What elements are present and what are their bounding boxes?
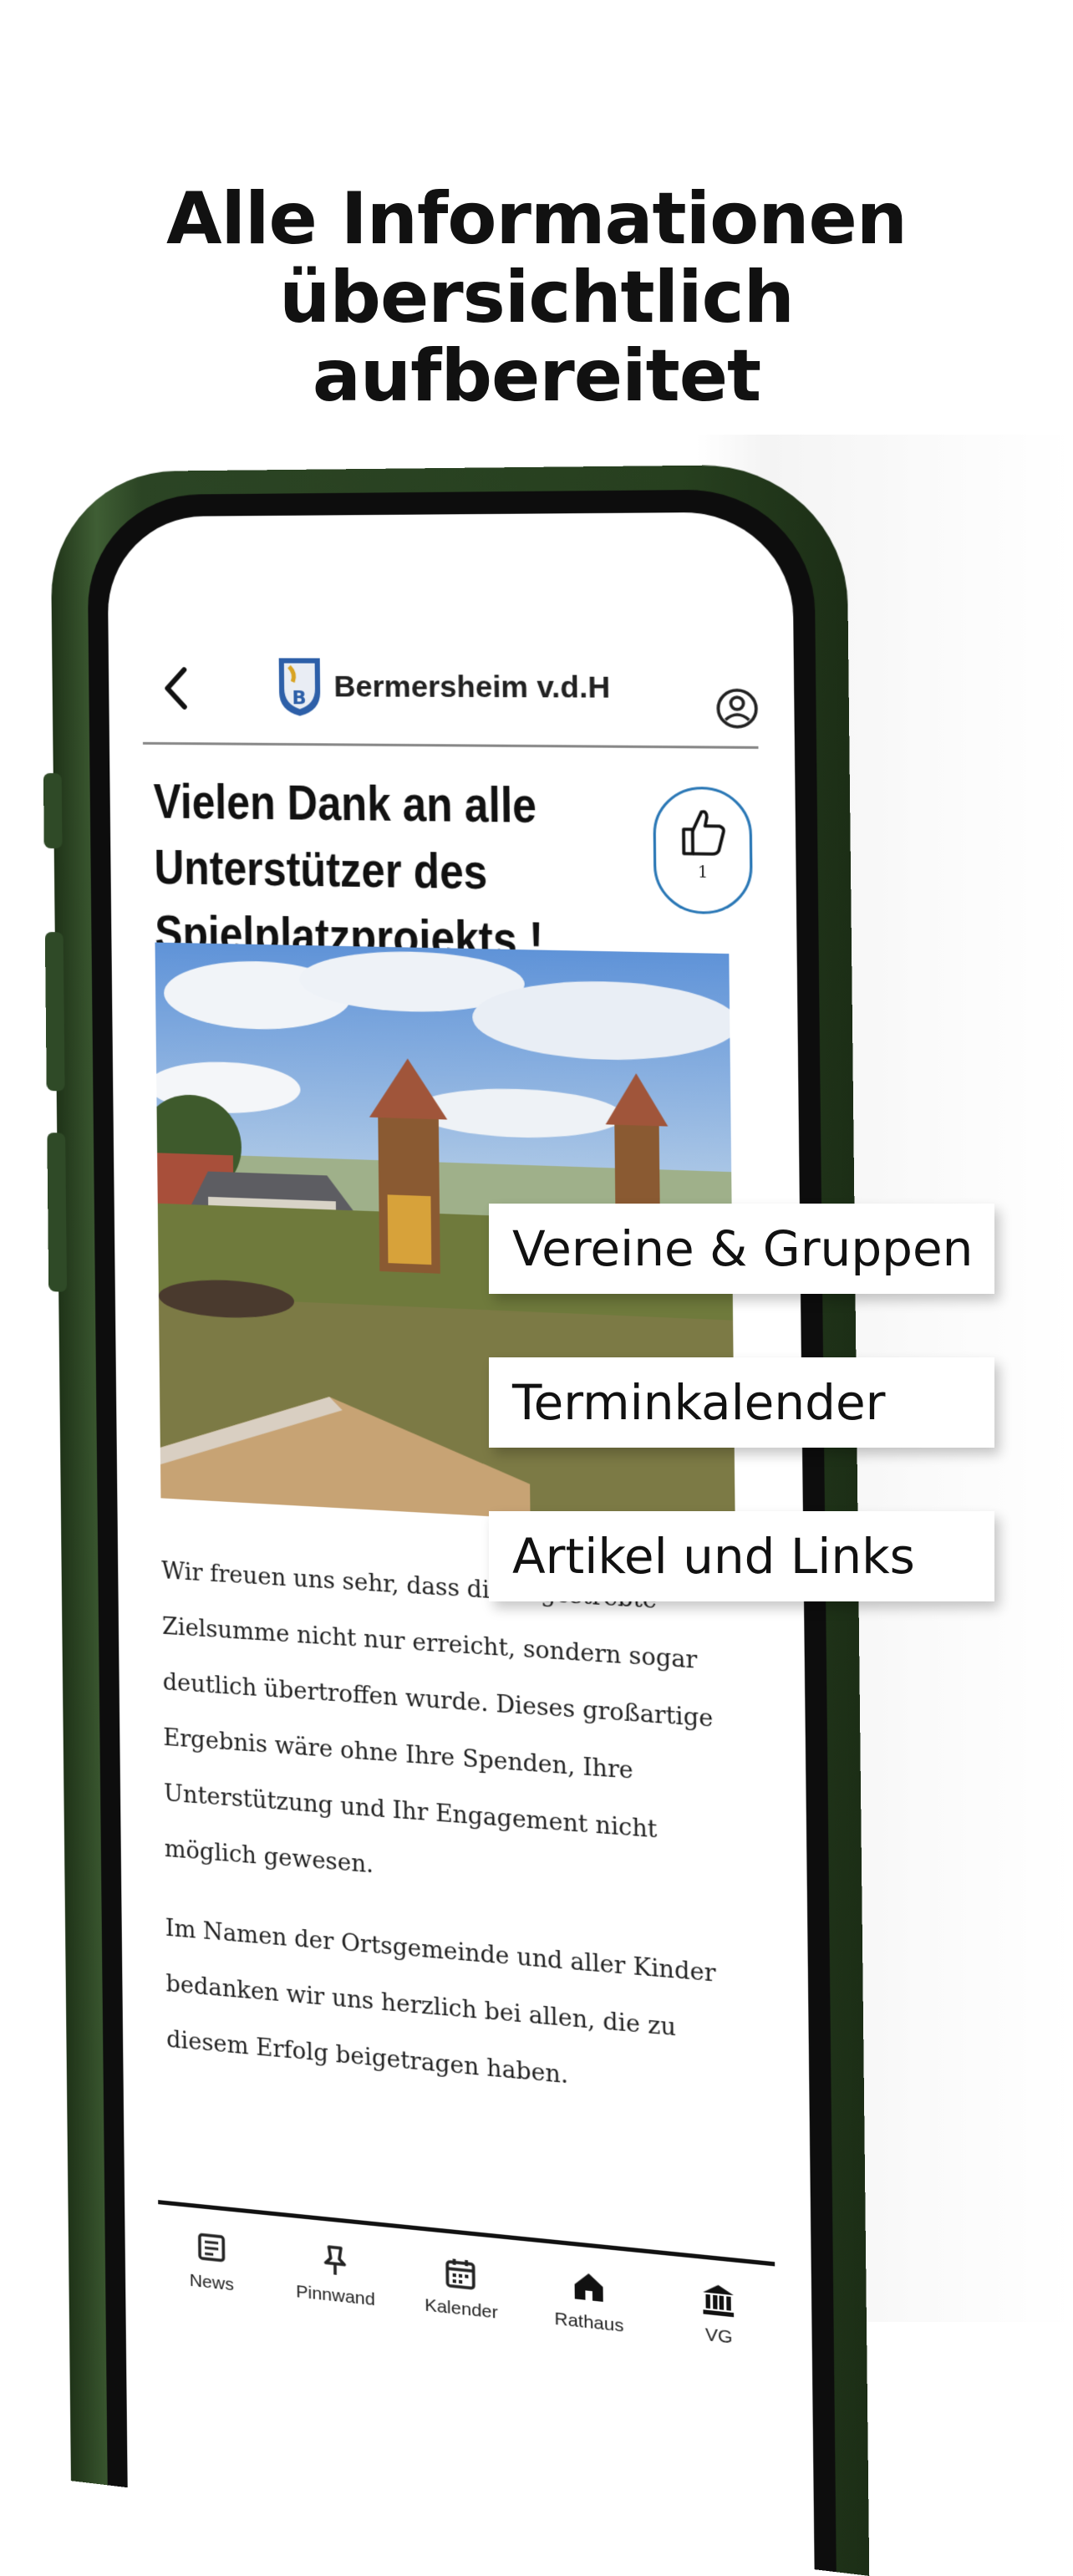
town-name: Bermersheim v.d.H	[333, 670, 610, 705]
tab-kalender[interactable]: Kalender	[409, 2251, 514, 2325]
like-count: 1	[656, 863, 750, 883]
callout-terminkalender-label: Terminkalender	[512, 1374, 885, 1431]
newspaper-icon	[194, 2229, 228, 2267]
building-icon	[700, 2281, 737, 2319]
headline-line-3: aufbereitet	[0, 337, 1073, 415]
back-button[interactable]	[159, 663, 201, 714]
phone-mute-switch	[43, 773, 63, 848]
callout-vereine: Vereine & Gruppen	[489, 1204, 994, 1294]
article-title-line-2: Unterstützer des	[154, 835, 564, 908]
callout-artikel-label: Artikel und Links	[512, 1528, 915, 1585]
town-logo: B Bermersheim v.d.H	[277, 656, 611, 719]
tab-rathaus[interactable]: Rathaus	[536, 2263, 643, 2339]
tab-vg-label: VG	[665, 2320, 774, 2353]
article-title-line-1: Vielen Dank an alle	[153, 769, 563, 840]
tab-vg[interactable]: VG	[664, 2277, 773, 2353]
phone-volume-up-button	[45, 932, 65, 1092]
callout-artikel: Artikel und Links	[489, 1511, 994, 1601]
town-crest-icon: B	[277, 656, 323, 717]
article-paragraph-2: Im Namen der Ortsgemeinde und aller Kind…	[165, 1901, 741, 2120]
bottom-tab-bar: News Pinnwand	[150, 2224, 785, 2354]
tab-kalender-label: Kalender	[409, 2293, 513, 2325]
like-button[interactable]: 1	[653, 787, 753, 915]
thumbs-up-icon	[678, 805, 727, 858]
header-divider	[143, 742, 759, 749]
user-circle-icon[interactable]	[714, 687, 760, 731]
house-icon	[571, 2268, 607, 2306]
pin-icon	[318, 2242, 353, 2279]
callout-terminkalender: Terminkalender	[489, 1357, 994, 1448]
page-headline: Alle Informationen übersichtlich aufbere…	[0, 180, 1073, 415]
callout-vereine-label: Vereine & Gruppen	[512, 1220, 973, 1277]
tab-pinnwand-label: Pinnwand	[284, 2280, 388, 2311]
tab-news-label: News	[161, 2268, 263, 2299]
phone-volume-down-button	[47, 1133, 67, 1292]
calendar-icon	[443, 2254, 478, 2292]
app-header: B Bermersheim v.d.H	[109, 643, 795, 740]
article-body: Wir freuen uns sehr, dass die angestrebt…	[161, 1544, 742, 2146]
chevron-left-icon	[159, 663, 193, 714]
svg-text:B: B	[292, 688, 306, 710]
headline-line-2: übersichtlich	[0, 258, 1073, 337]
headline-line-1: Alle Informationen	[0, 180, 1073, 258]
tab-news[interactable]: News	[160, 2226, 262, 2299]
tab-pinnwand[interactable]: Pinnwand	[283, 2238, 387, 2312]
tab-rathaus-label: Rathaus	[536, 2307, 643, 2339]
